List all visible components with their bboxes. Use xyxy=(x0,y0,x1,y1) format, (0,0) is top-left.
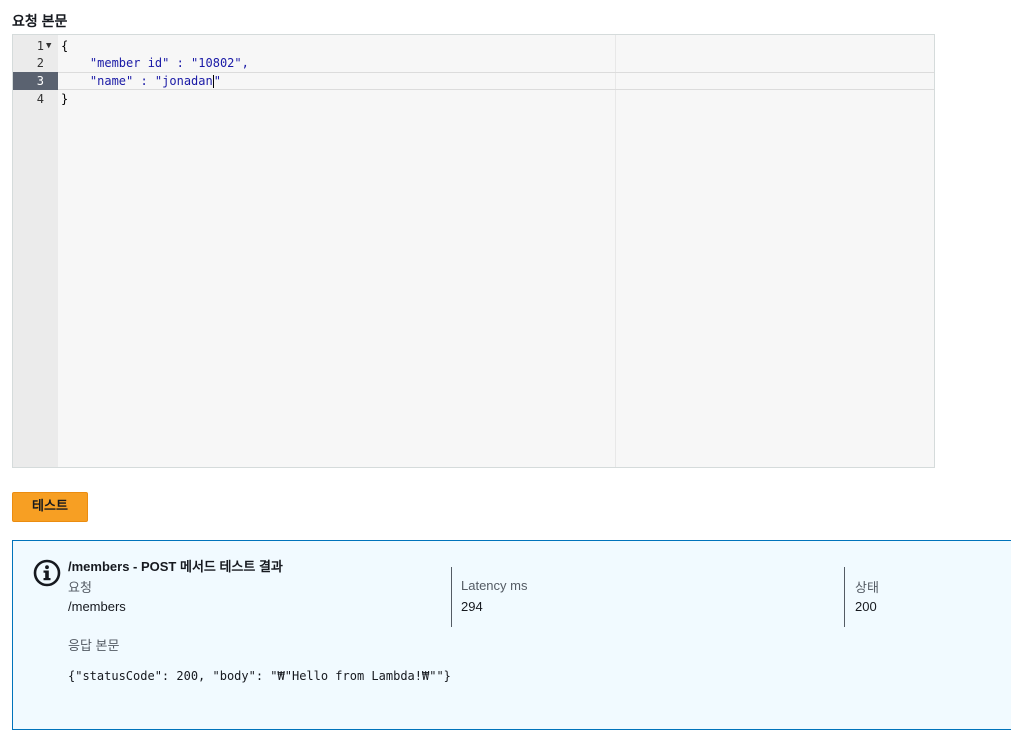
latency-label: Latency ms xyxy=(461,578,528,593)
request-label: 요청 xyxy=(68,580,92,595)
column-divider xyxy=(451,567,452,627)
response-body: {"statusCode": 200, "body": "₩"Hello fro… xyxy=(68,669,451,683)
request-body-label: 요청 본문 xyxy=(12,13,68,29)
info-circle-icon xyxy=(33,559,61,587)
status-value: 200 xyxy=(855,599,877,614)
code-line-2[interactable]: 2 "member id" : "10802", xyxy=(13,54,934,72)
code-text: "name" : "jonadan" xyxy=(61,73,221,89)
status-label: 상태 xyxy=(855,580,879,595)
latency-value: 294 xyxy=(461,599,483,614)
request-body-editor[interactable]: 1 ▼ { 2 "member id" : "10802", 3 "name" … xyxy=(12,34,935,468)
code-line-3[interactable]: 3 "name" : "jonadan" xyxy=(13,72,934,90)
line-number: 4 xyxy=(36,92,44,106)
code-line-4[interactable]: 4 } xyxy=(13,90,934,108)
code-text-before-caret: "name" : "jonadan xyxy=(61,74,213,88)
code-line-1[interactable]: 1 ▼ { xyxy=(13,37,934,55)
code-text: { xyxy=(61,39,69,53)
column-divider xyxy=(844,567,845,627)
request-value: /members xyxy=(68,599,126,614)
response-body-label: 응답 본문 xyxy=(68,638,120,653)
code-text: "member id" : "10802", xyxy=(61,56,249,70)
line-number: 1 xyxy=(36,39,44,53)
test-button[interactable]: 테스트 xyxy=(12,492,88,522)
fold-arrow-icon[interactable]: ▼ xyxy=(46,37,51,55)
code-text: } xyxy=(61,92,69,106)
result-title: /members - POST 메서드 테스트 결과 xyxy=(68,559,283,574)
test-result-panel: /members - POST 메서드 테스트 결과 요청 /members L… xyxy=(12,540,1011,730)
code-text-after-caret: " xyxy=(213,74,221,88)
line-number: 2 xyxy=(36,56,44,70)
line-number: 3 xyxy=(36,74,44,88)
